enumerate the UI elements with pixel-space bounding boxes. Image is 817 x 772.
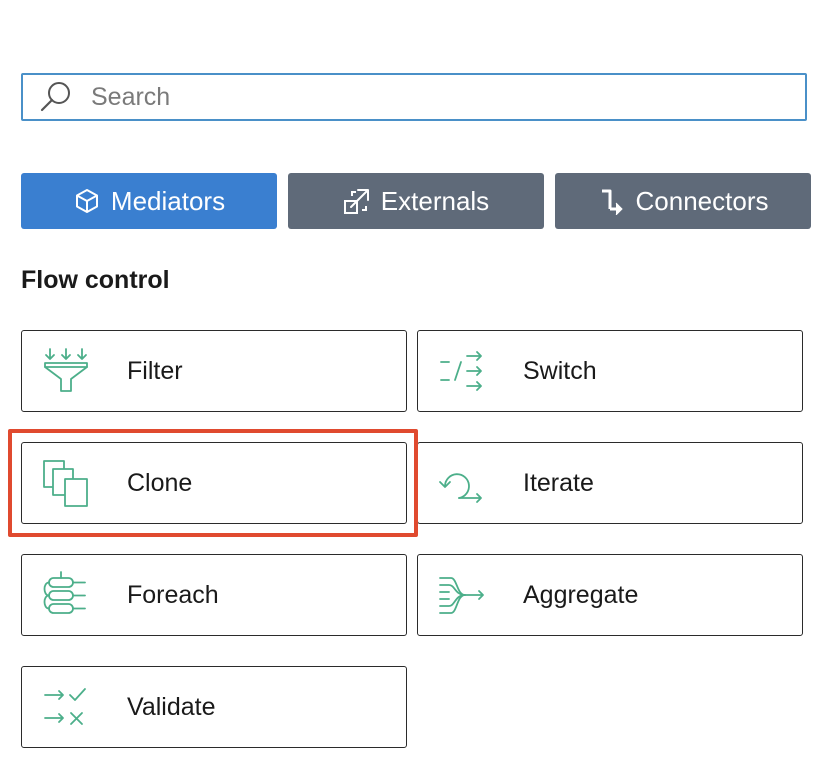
mediator-card-switch[interactable]: Switch [417, 330, 803, 412]
mediator-card-foreach[interactable]: Foreach [21, 554, 407, 636]
cube-icon [73, 187, 101, 215]
mediator-label: Switch [523, 356, 597, 385]
section-title: Flow control [21, 266, 170, 294]
mediator-card-iterate[interactable]: Iterate [417, 442, 803, 524]
switch-icon [436, 345, 488, 397]
clone-icon [40, 457, 92, 509]
tab-label: Externals [380, 185, 490, 216]
mediator-card-validate[interactable]: Validate [21, 666, 407, 748]
mediator-label: Filter [127, 356, 183, 385]
mediator-card-aggregate[interactable]: Aggregate [417, 554, 803, 636]
tab-label: Connectors [635, 185, 769, 216]
tab-mediators[interactable]: Mediators [21, 173, 277, 229]
tab-connectors[interactable]: Connectors [555, 173, 811, 229]
search-box[interactable] [21, 73, 807, 121]
mediator-label: Foreach [127, 580, 219, 609]
mediator-card-filter[interactable]: Filter [21, 330, 407, 412]
mediator-card-clone[interactable]: Clone [21, 442, 407, 524]
tab-label: Mediators [110, 185, 226, 216]
iterate-icon [436, 457, 488, 509]
connector-icon [598, 187, 626, 215]
category-tabs: Mediators Externals Connectors [21, 173, 811, 229]
mediator-label: Iterate [523, 468, 594, 497]
validate-icon [40, 681, 92, 733]
mediator-label: Clone [127, 468, 193, 497]
mediator-label: Validate [127, 692, 216, 721]
tab-externals[interactable]: Externals [288, 173, 544, 229]
search-input[interactable] [89, 81, 743, 113]
search-icon [39, 80, 73, 114]
foreach-icon [40, 569, 92, 621]
external-link-icon [343, 187, 371, 215]
mediator-label: Aggregate [523, 580, 639, 609]
filter-icon [40, 345, 92, 397]
aggregate-icon [436, 569, 488, 621]
